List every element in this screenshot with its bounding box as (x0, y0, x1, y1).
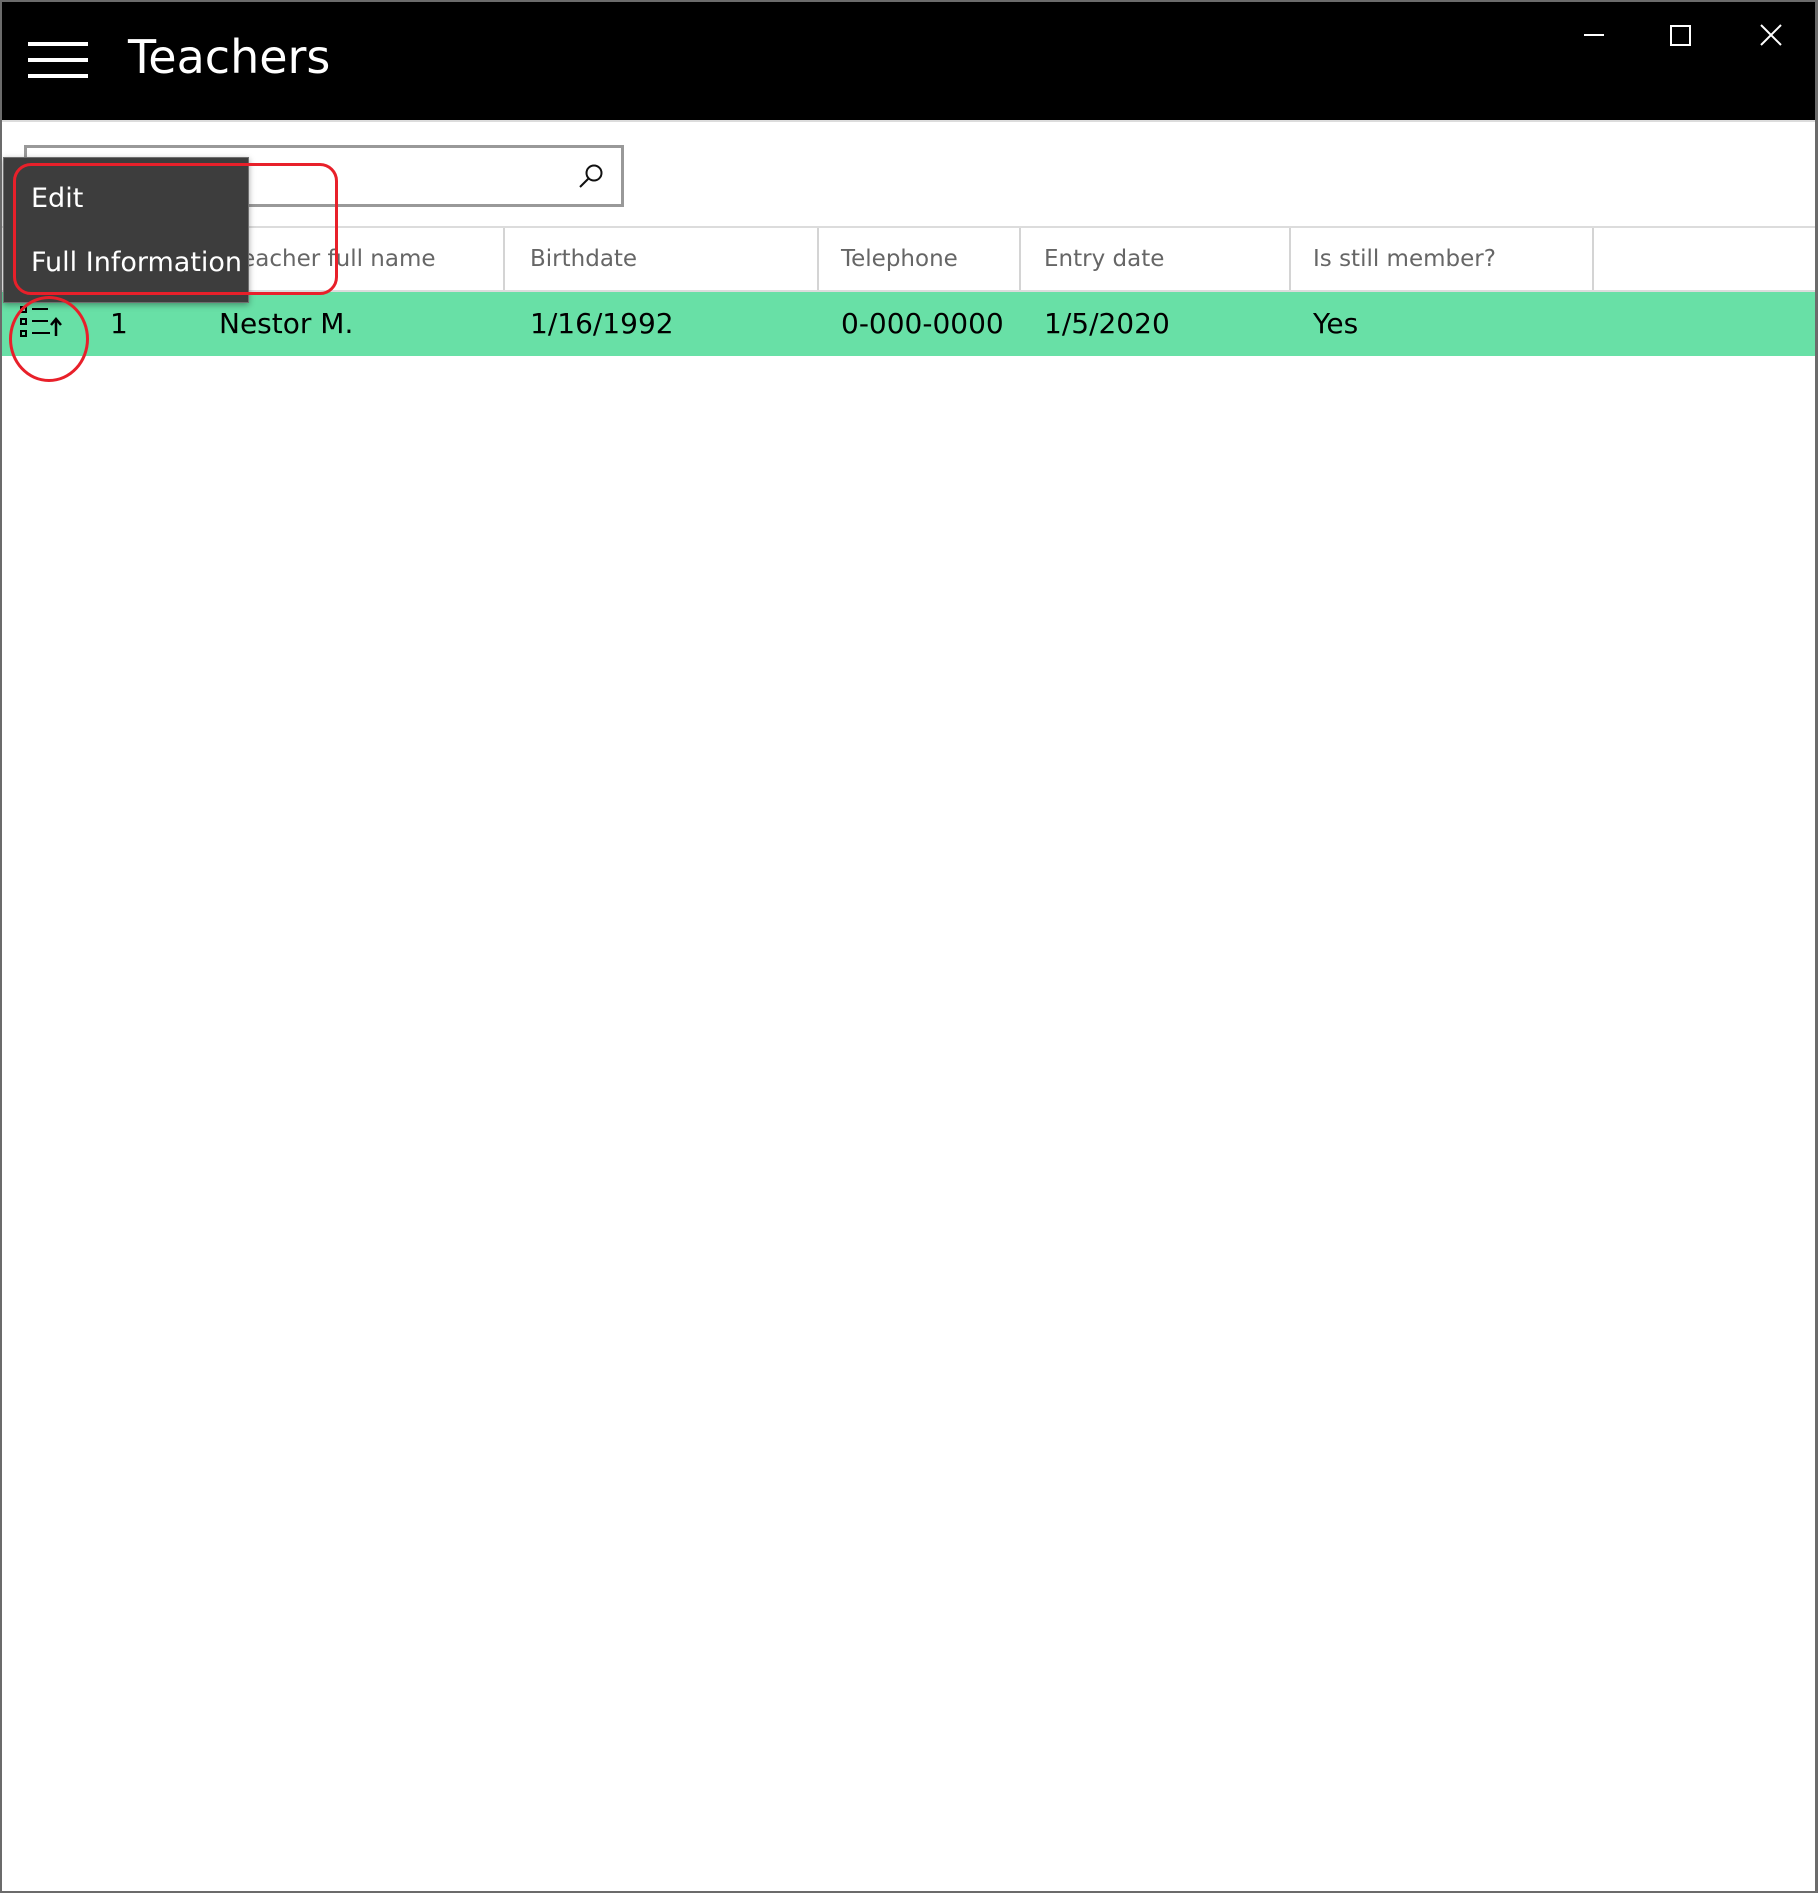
hamburger-line (28, 58, 88, 62)
search-toolbar (2, 120, 1815, 228)
page-title: Teachers (128, 30, 331, 84)
hamburger-line (28, 74, 88, 78)
column-header-entry-date[interactable]: Entry date (1044, 228, 1164, 290)
table-row[interactable]: 1 Nestor M. 1/16/1992 0-000-0000 1/5/202… (2, 292, 1815, 356)
maximize-icon (1670, 25, 1691, 46)
column-divider[interactable] (503, 228, 505, 290)
column-header-name[interactable]: Teacher full name (231, 228, 436, 290)
table-header-row: Teacher full name Birthdate Telephone En… (2, 228, 1815, 292)
column-header-telephone[interactable]: Telephone (841, 228, 958, 290)
close-button[interactable] (1740, 12, 1800, 58)
title-bar: Teachers (2, 2, 1815, 120)
column-divider[interactable] (1592, 228, 1594, 290)
column-divider[interactable] (817, 228, 819, 290)
minimize-button[interactable] (1564, 12, 1624, 58)
birthdate: 1/16/1992 (530, 307, 674, 340)
column-header-is-member[interactable]: Is still member? (1313, 228, 1496, 290)
close-icon (1760, 24, 1782, 46)
is-member: Yes (1313, 307, 1359, 340)
minimize-icon (1584, 34, 1604, 36)
list-sort-icon[interactable] (20, 306, 66, 342)
hamburger-line (28, 42, 88, 46)
menu-item-edit[interactable]: Edit (4, 167, 248, 231)
entry-date: 1/5/2020 (1044, 307, 1170, 340)
column-header-birthdate[interactable]: Birthdate (530, 228, 637, 290)
hamburger-menu-button[interactable] (28, 42, 90, 78)
maximize-button[interactable] (1650, 12, 1710, 58)
telephone: 0-000-0000 (841, 307, 1004, 340)
row-context-menu: Edit Full Information (3, 157, 249, 303)
menu-item-full-information[interactable]: Full Information (4, 231, 248, 295)
column-divider[interactable] (1019, 228, 1021, 290)
column-divider[interactable] (1289, 228, 1291, 290)
search-icon[interactable] (577, 162, 605, 190)
app-window: Teachers Teacher full name Birthdate Tel… (2, 2, 1815, 1891)
